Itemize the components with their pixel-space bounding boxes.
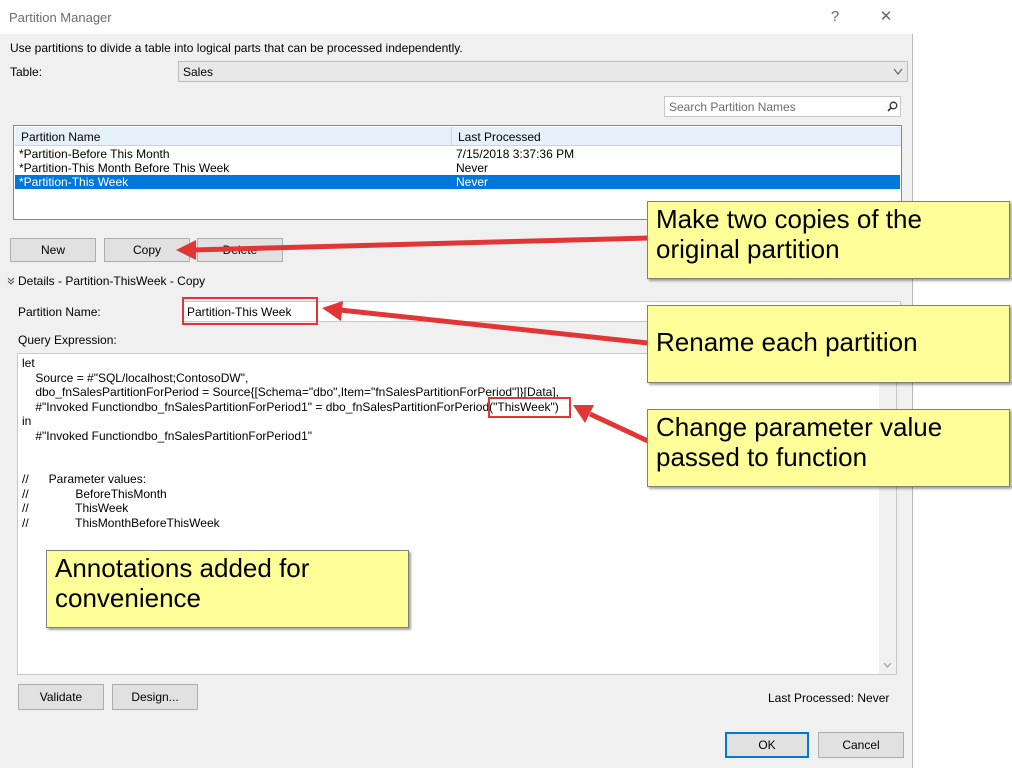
rename-arrow — [339, 307, 649, 346]
callout-rename: Rename each partition — [647, 305, 1010, 383]
rename-arrowhead — [322, 301, 343, 321]
copy-arrowhead — [176, 240, 196, 260]
callout-copies: Make two copies of the original partitio… — [647, 201, 1010, 279]
callout-param: Change parameter value passed to functio… — [647, 409, 1010, 487]
copy-arrow — [191, 235, 649, 253]
param-arrow — [588, 411, 650, 444]
annotation-arrows — [176, 235, 650, 444]
callout-note: Annotations added for convenience — [46, 550, 409, 628]
